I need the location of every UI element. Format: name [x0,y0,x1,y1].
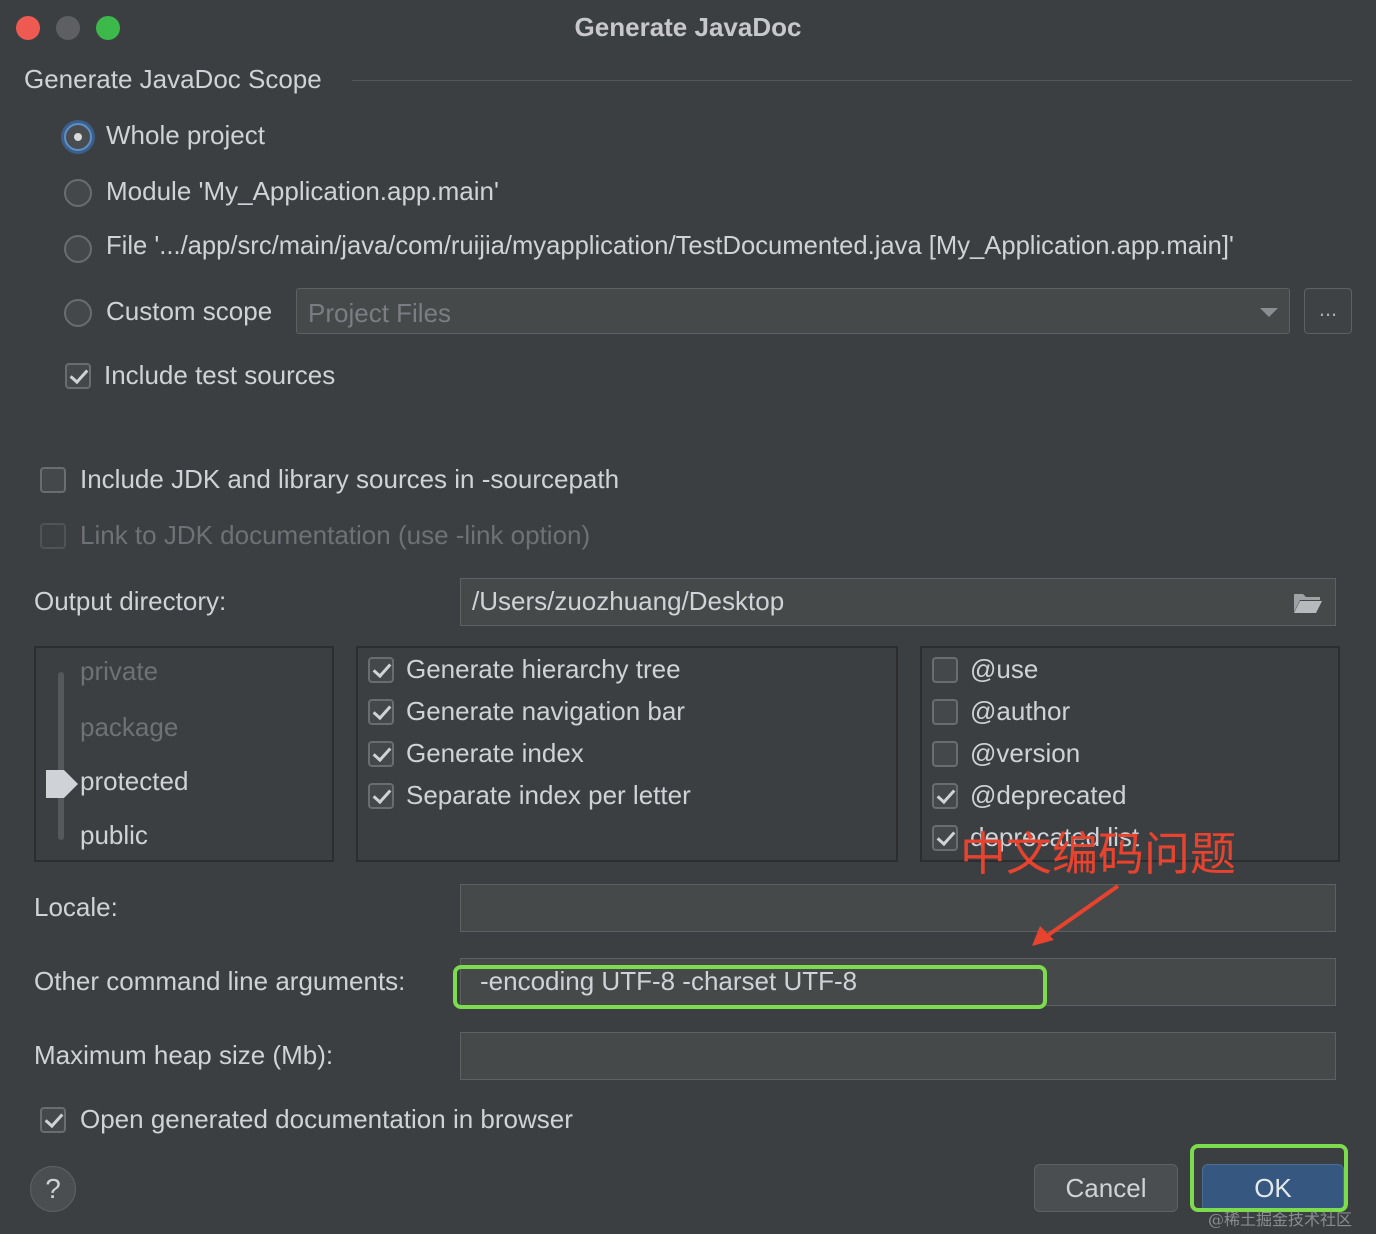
include-test-sources-label[interactable]: Include test sources [104,360,335,391]
visibility-slider-track[interactable] [58,672,64,840]
deprecated-list-checkbox[interactable] [932,825,958,851]
radio-whole-project[interactable] [64,123,92,151]
visibility-public[interactable]: public [80,820,148,851]
navigation-bar-checkbox[interactable] [368,699,394,725]
locale-field[interactable] [460,884,1336,932]
help-button[interactable]: ? [30,1166,76,1212]
radio-custom-scope-label[interactable]: Custom scope [106,296,272,327]
visibility-protected[interactable]: protected [80,766,188,797]
deprecated-tag-label[interactable]: @deprecated [970,780,1127,811]
annotation-text: 中文编码问题 [960,827,1236,881]
output-directory-value: /Users/zuozhuang/Desktop [472,586,785,616]
dialog-title: Generate JavaDoc [574,12,802,42]
max-heap-size-label: Maximum heap size (Mb): [34,1040,334,1070]
navigation-bar-label[interactable]: Generate navigation bar [406,696,685,727]
visibility-package[interactable]: package [80,712,178,743]
link-jdk-docs-checkbox [40,523,66,549]
scope-group-title: Generate JavaDoc Scope [24,64,322,94]
radio-custom-scope[interactable] [64,299,92,327]
chevron-down-icon [1260,308,1278,317]
locale-label: Locale: [34,892,118,922]
include-jdk-sources-checkbox[interactable] [40,467,66,493]
version-tag-checkbox[interactable] [932,741,958,767]
visibility-private[interactable]: private [80,656,158,687]
hierarchy-tree-label[interactable]: Generate hierarchy tree [406,654,681,685]
cancel-button[interactable]: Cancel [1034,1164,1178,1212]
custom-scope-value: Project Files [308,298,452,328]
scope-group-divider [352,80,1352,81]
generate-index-checkbox[interactable] [368,741,394,767]
visibility-slider-thumb[interactable] [44,768,80,800]
link-jdk-docs-label: Link to JDK documentation (use -link opt… [80,520,591,550]
annotation-arrow-icon [1032,884,1120,946]
args-highlight-box [453,965,1047,1009]
folder-icon[interactable] [1292,590,1324,616]
include-jdk-sources-label[interactable]: Include JDK and library sources in -sour… [80,464,619,495]
radio-module[interactable] [64,179,92,207]
browse-scope-button[interactable]: ... [1304,288,1352,334]
generate-index-label[interactable]: Generate index [406,738,584,769]
open-in-browser-label[interactable]: Open generated documentation in browser [80,1104,573,1135]
author-tag-label[interactable]: @author [970,696,1070,727]
max-heap-size-field[interactable] [460,1032,1336,1080]
radio-file-label[interactable]: File '.../app/src/main/java/com/ruijia/m… [106,232,1234,261]
radio-whole-project-label[interactable]: Whole project [106,120,265,151]
generate-javadoc-dialog: Generate JavaDoc Generate JavaDoc Scope … [0,0,1376,1234]
deprecated-tag-checkbox[interactable] [932,783,958,809]
separate-index-checkbox[interactable] [368,783,394,809]
separate-index-label[interactable]: Separate index per letter [406,780,691,811]
radio-file[interactable] [64,235,92,263]
watermark: @稀土掘金技术社区 [1208,1210,1353,1229]
ok-highlight-box [1190,1144,1348,1212]
version-tag-label[interactable]: @version [970,738,1080,769]
use-tag-label[interactable]: @use [970,654,1038,685]
visibility-level-panel [34,646,334,862]
title-bar: Generate JavaDoc [0,0,1376,54]
output-directory-label: Output directory: [34,586,227,616]
command-line-args-label: Other command line arguments: [34,966,406,996]
hierarchy-tree-checkbox[interactable] [368,657,394,683]
use-tag-checkbox[interactable] [932,657,958,683]
radio-module-label[interactable]: Module 'My_Application.app.main' [106,176,499,207]
open-in-browser-checkbox[interactable] [40,1107,66,1133]
author-tag-checkbox[interactable] [932,699,958,725]
include-test-sources-checkbox[interactable] [65,363,91,389]
